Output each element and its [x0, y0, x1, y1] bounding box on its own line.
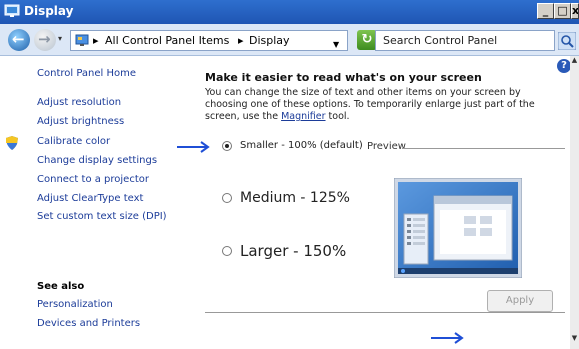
preview-label: Preview: [367, 141, 406, 152]
sidebar-calibrate-color[interactable]: Calibrate color: [37, 136, 110, 147]
scroll-down-icon[interactable]: ▼: [570, 334, 579, 344]
close-button[interactable]: x: [571, 3, 579, 19]
sidebar-devices-printers[interactable]: Devices and Printers: [37, 318, 140, 329]
annotation-arrow-icon: [177, 141, 210, 153]
apply-button[interactable]: Apply: [487, 290, 553, 312]
display-icon: [4, 4, 20, 17]
restore-button[interactable]: □: [554, 3, 571, 19]
option-medium-label: Medium - 125%: [240, 190, 350, 206]
radio-button[interactable]: [222, 193, 232, 203]
sidebar-personalization[interactable]: Personalization: [37, 299, 113, 310]
sidebar: Control Panel Home Adjust resolution Adj…: [0, 56, 197, 349]
back-arrow-icon: ←: [12, 30, 25, 48]
sidebar-adjust-brightness[interactable]: Adjust brightness: [37, 116, 124, 127]
radio-button-checked[interactable]: [222, 140, 232, 151]
see-also-heading: See also: [37, 281, 85, 292]
page-heading: Make it easier to read what's on your sc…: [205, 71, 482, 84]
search-icon[interactable]: [558, 32, 576, 50]
content-divider: [205, 312, 565, 313]
description-text-end: tool.: [325, 111, 350, 122]
breadcrumb-separator-icon[interactable]: ▸: [93, 34, 99, 47]
option-larger[interactable]: Larger - 150%: [222, 242, 346, 260]
control-panel-icon: [75, 34, 89, 46]
sidebar-change-display-settings[interactable]: Change display settings: [37, 155, 157, 166]
radio-button[interactable]: [222, 246, 232, 256]
preview-divider: [402, 148, 565, 149]
option-larger-label: Larger - 150%: [240, 242, 347, 260]
forward-button[interactable]: →: [34, 29, 56, 51]
breadcrumb-all-items[interactable]: All Control Panel Items: [105, 34, 229, 47]
sidebar-custom-text-size[interactable]: Set custom text size (DPI): [37, 211, 167, 222]
minimize-button[interactable]: _: [537, 3, 554, 19]
breadcrumb-display[interactable]: Display: [249, 34, 290, 47]
shield-icon: [6, 136, 18, 150]
search-placeholder: Search Control Panel: [383, 34, 498, 47]
scroll-up-icon[interactable]: ▲: [570, 56, 579, 66]
sidebar-connect-projector[interactable]: Connect to a projector: [37, 174, 149, 185]
sidebar-control-panel-home[interactable]: Control Panel Home: [37, 68, 136, 79]
forward-arrow-icon: →: [38, 30, 51, 48]
page-description: You can change the size of text and othe…: [205, 87, 565, 123]
refresh-button[interactable]: ↻: [357, 30, 377, 50]
option-smaller-label: Smaller - 100% (default): [240, 140, 363, 151]
navigation-bar: ← → ▾ ▸ All Control Panel Items ▸ Displa…: [0, 24, 579, 56]
help-icon[interactable]: ?: [557, 59, 571, 73]
refresh-icon: ↻: [361, 32, 373, 47]
breadcrumb-separator-icon[interactable]: ▸: [238, 34, 244, 47]
window-title: Display: [24, 4, 74, 18]
vertical-scrollbar[interactable]: ▲ ▼: [570, 56, 579, 349]
back-button[interactable]: ←: [8, 29, 30, 51]
title-bar: Display _ □ x: [0, 0, 579, 24]
magnifier-link[interactable]: Magnifier: [281, 111, 325, 122]
description-text: You can change the size of text and othe…: [205, 87, 535, 122]
sidebar-adjust-resolution[interactable]: Adjust resolution: [37, 97, 121, 108]
annotation-arrow-icon: [431, 332, 464, 344]
option-medium[interactable]: Medium - 125%: [222, 190, 350, 206]
address-dropdown-icon[interactable]: ▼: [333, 40, 339, 49]
sidebar-adjust-cleartype[interactable]: Adjust ClearType text: [37, 193, 143, 204]
search-input[interactable]: Search Control Panel: [375, 30, 576, 51]
address-field[interactable]: ▸ All Control Panel Items ▸ Display ▼: [70, 30, 348, 51]
recent-pages-chevron-icon[interactable]: ▾: [58, 34, 62, 43]
option-smaller[interactable]: Smaller - 100% (default): [222, 140, 363, 151]
preview-image: [394, 178, 522, 278]
